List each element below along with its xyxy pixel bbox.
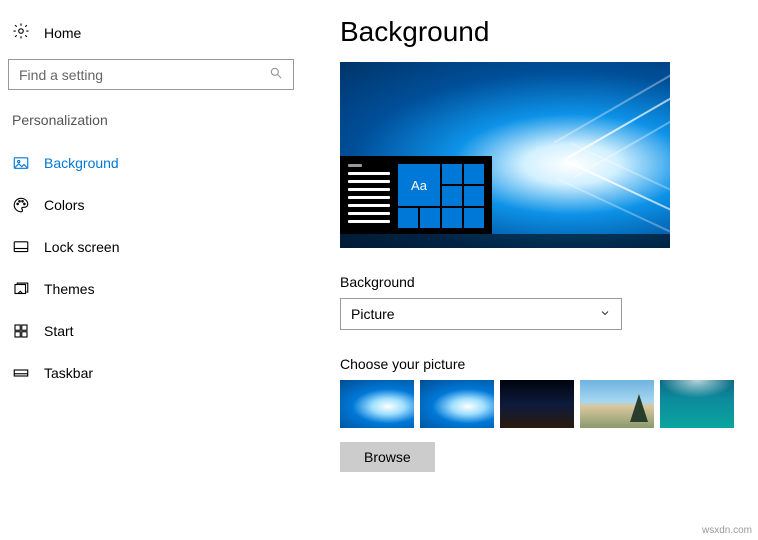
picture-icon (12, 154, 30, 172)
home-nav[interactable]: Home (8, 16, 292, 55)
choose-picture-label: Choose your picture (340, 356, 742, 372)
sidebar-item-colors[interactable]: Colors (8, 184, 292, 226)
picture-thumb-1[interactable] (340, 380, 414, 428)
search-box[interactable] (8, 59, 294, 90)
sidebar-item-label: Lock screen (44, 239, 119, 255)
background-dropdown-value: Picture (351, 306, 395, 322)
sidebar-item-label: Taskbar (44, 365, 93, 381)
search-input[interactable] (19, 67, 269, 83)
sidebar-item-taskbar[interactable]: Taskbar (8, 352, 292, 394)
sidebar-item-label: Colors (44, 197, 84, 213)
lockscreen-icon (12, 238, 30, 256)
chevron-down-icon (599, 306, 611, 322)
picture-thumb-4[interactable] (580, 380, 654, 428)
page-title: Background (340, 16, 742, 48)
gear-icon (12, 22, 30, 43)
picture-thumb-3[interactable] (500, 380, 574, 428)
browse-button[interactable]: Browse (340, 442, 435, 472)
sidebar-item-lockscreen[interactable]: Lock screen (8, 226, 292, 268)
picture-thumb-5[interactable] (660, 380, 734, 428)
taskbar-icon (12, 364, 30, 382)
sidebar-item-label: Background (44, 155, 119, 171)
sidebar-item-background[interactable]: Background (8, 142, 292, 184)
sidebar-item-label: Start (44, 323, 74, 339)
background-dropdown[interactable]: Picture (340, 298, 622, 330)
search-icon (269, 66, 283, 83)
picture-thumbnails (340, 380, 742, 428)
picture-thumb-2[interactable] (420, 380, 494, 428)
sidebar-item-start[interactable]: Start (8, 310, 292, 352)
sidebar-item-themes[interactable]: Themes (8, 268, 292, 310)
start-icon (12, 322, 30, 340)
palette-icon (12, 196, 30, 214)
category-header: Personalization (8, 112, 292, 142)
sidebar-item-label: Themes (44, 281, 95, 297)
watermark: wsxdn.com (702, 525, 752, 536)
themes-icon (12, 280, 30, 298)
preview-tile-aa: Aa (398, 164, 440, 206)
background-preview: Aa (340, 62, 670, 248)
preview-start-menu: Aa (340, 156, 492, 234)
background-dropdown-label: Background (340, 274, 742, 290)
home-label: Home (44, 25, 81, 41)
preview-taskbar (340, 234, 670, 248)
